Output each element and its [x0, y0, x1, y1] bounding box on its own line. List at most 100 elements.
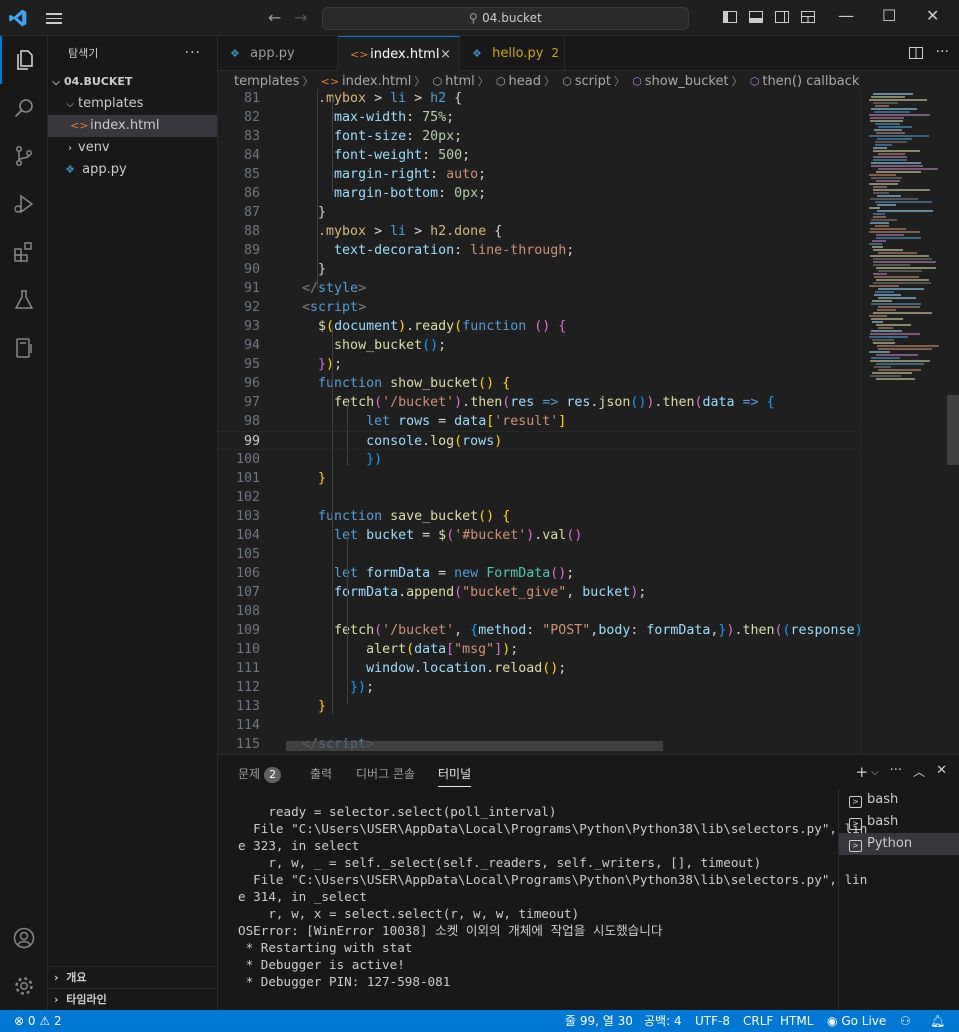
- indentation[interactable]: 공백: 4: [644, 1010, 682, 1032]
- customize-layout-icon[interactable]: [800, 9, 816, 25]
- code-line[interactable]: 111 window.location.reload();: [218, 659, 860, 678]
- search-activity[interactable]: [0, 84, 48, 132]
- code-line[interactable]: 84 font-weight: 500;: [218, 146, 860, 165]
- terminal-output[interactable]: ready = selector.select(poll_interval) F…: [238, 803, 867, 990]
- minimap[interactable]: [860, 89, 946, 754]
- breadcrumb-item[interactable]: then() callback: [762, 74, 859, 89]
- code-line[interactable]: 109 fetch('/bucket', {method: "POST",bod…: [218, 621, 863, 640]
- code-line[interactable]: 85 margin-right: auto;: [218, 165, 860, 184]
- tree-item-templates[interactable]: ⌵ templates: [48, 93, 217, 115]
- code-line[interactable]: 107 formData.append("bucket_give", bucke…: [218, 583, 860, 602]
- terminal-item-python[interactable]: > Python: [839, 833, 959, 855]
- close-window-button[interactable]: ✕: [926, 6, 939, 25]
- tab-debug-console[interactable]: 디버그 콘솔: [356, 765, 415, 787]
- testing-activity[interactable]: [0, 276, 48, 324]
- tree-item-venv[interactable]: › venv: [48, 137, 217, 159]
- breadcrumb-item[interactable]: show_bucket: [645, 74, 729, 89]
- tab-hello-py[interactable]: ❖ hello.py 2: [460, 36, 565, 71]
- terminal-item-bash[interactable]: > bash: [839, 789, 959, 811]
- run-debug-activity[interactable]: [0, 180, 48, 228]
- explorer-activity[interactable]: [0, 36, 48, 84]
- new-terminal-icon[interactable]: +: [856, 763, 869, 783]
- forward-arrow-icon[interactable]: →: [294, 8, 307, 27]
- code-line[interactable]: 91 </style>: [218, 279, 860, 298]
- code-line[interactable]: 101 }: [218, 469, 860, 488]
- bell-icon[interactable]: 🔔︎: [930, 1010, 945, 1032]
- code-line[interactable]: 102: [218, 488, 860, 507]
- command-center-search[interactable]: ⚲ 04.bucket: [322, 7, 689, 30]
- end-of-line[interactable]: CRLF: [743, 1010, 773, 1032]
- breadcrumb-item[interactable]: html: [445, 74, 475, 89]
- encoding[interactable]: UTF-8: [695, 1010, 730, 1032]
- code-line[interactable]: 104 let bucket = $('#bucket').val(): [218, 526, 860, 545]
- code-line[interactable]: 100 }): [218, 450, 860, 469]
- code-line[interactable]: 110 alert(data["msg"]);: [218, 640, 860, 659]
- code-line[interactable]: 114: [218, 716, 860, 735]
- code-line[interactable]: 87 }: [218, 203, 860, 222]
- feedback-icon[interactable]: ⚇: [900, 1010, 911, 1032]
- minimize-button[interactable]: —: [838, 6, 854, 25]
- tab-problems[interactable]: 문제 2: [238, 765, 282, 787]
- timeline-section[interactable]: › 타임라인: [48, 988, 218, 1010]
- tree-item-index-html[interactable]: <> index.html: [48, 115, 217, 137]
- breadcrumb-item[interactable]: head: [508, 74, 540, 89]
- code-line[interactable]: 82 max-width: 75%;: [218, 108, 860, 127]
- code-line[interactable]: 88 .mybox > li > h2.done {: [218, 222, 860, 241]
- toggle-primary-sidebar-icon[interactable]: [722, 9, 738, 25]
- more-actions-icon[interactable]: ···: [890, 763, 902, 783]
- tab-output[interactable]: 출력: [310, 765, 332, 787]
- outline-section[interactable]: › 개요: [48, 966, 218, 988]
- tab-index-html[interactable]: <> index.html ×: [338, 36, 460, 72]
- back-arrow-icon[interactable]: ←: [268, 8, 281, 27]
- code-line[interactable]: 96 function show_bucket() {: [218, 374, 860, 393]
- terminal-item-bash[interactable]: > bash: [839, 811, 959, 833]
- source-control-activity[interactable]: [0, 132, 48, 180]
- code-editor[interactable]: 81 .mybox > li > h2 {82 max-width: 75%; 8…: [218, 89, 959, 754]
- close-panel-icon[interactable]: ✕: [936, 763, 947, 783]
- chevron-down-icon[interactable]: ⌵: [871, 763, 879, 783]
- code-line[interactable]: 94 show_bucket();: [218, 336, 860, 355]
- tab-terminal[interactable]: 터미널: [438, 765, 472, 787]
- toggle-panel-icon[interactable]: [748, 9, 764, 25]
- breadcrumb-item[interactable]: script: [575, 74, 611, 89]
- tab-app-py[interactable]: ❖ app.py: [218, 36, 338, 71]
- code-line[interactable]: 112 });: [218, 678, 860, 697]
- extensions-activity[interactable]: [0, 228, 48, 276]
- split-editor-icon[interactable]: [908, 45, 924, 61]
- horizontal-scrollbar[interactable]: [286, 741, 663, 751]
- code-line[interactable]: 105: [218, 545, 860, 564]
- accounts-activity[interactable]: [0, 914, 48, 962]
- code-line[interactable]: 81 .mybox > li > h2 {: [218, 89, 860, 108]
- toggle-secondary-sidebar-icon[interactable]: [774, 9, 790, 25]
- code-line[interactable]: 95 });: [218, 355, 860, 374]
- menu-icon[interactable]: [46, 10, 62, 26]
- code-line[interactable]: 113 }: [218, 697, 860, 716]
- more-actions-icon[interactable]: ···: [185, 36, 201, 71]
- scrollbar-thumb[interactable]: [947, 395, 959, 465]
- more-actions-icon[interactable]: ···: [936, 45, 949, 61]
- breadcrumb-item[interactable]: index.html: [342, 74, 411, 89]
- code-line[interactable]: 92 <script>: [218, 298, 860, 317]
- code-line[interactable]: 89 text-decoration: line-through;: [218, 241, 860, 260]
- code-line[interactable]: 99 console.log(rows): [218, 431, 860, 450]
- code-line[interactable]: 93 $(document).ready(function () {: [218, 317, 860, 336]
- manage-activity[interactable]: [0, 962, 48, 1010]
- remote-explorer-activity[interactable]: [0, 324, 48, 372]
- close-tab-icon[interactable]: ×: [440, 37, 451, 72]
- breadcrumb-item[interactable]: templates: [234, 74, 299, 89]
- code-line[interactable]: 86 margin-bottom: 0px;: [218, 184, 860, 203]
- code-line[interactable]: 90 }: [218, 260, 860, 279]
- tree-item-app-py[interactable]: ❖ app.py: [48, 159, 217, 181]
- cursor-position[interactable]: 줄 99, 열 30: [565, 1010, 633, 1032]
- code-line[interactable]: 103 function save_bucket() {: [218, 507, 860, 526]
- root-folder[interactable]: ⌵ 04.BUCKET: [48, 71, 217, 93]
- go-live-button[interactable]: ◉ Go Live: [827, 1010, 886, 1032]
- code-line[interactable]: 106 let formData = new FormData();: [218, 564, 860, 583]
- maximize-button[interactable]: ☐: [882, 6, 896, 25]
- problems-status[interactable]: ⊗ 0 ⚠ 2: [14, 1010, 62, 1032]
- code-line[interactable]: 97 fetch('/bucket').then(res => res.json…: [218, 393, 860, 412]
- code-line[interactable]: 83 font-size: 20px;: [218, 127, 860, 146]
- code-line[interactable]: 108: [218, 602, 860, 621]
- maximize-panel-icon[interactable]: ︿: [913, 763, 925, 783]
- vertical-scrollbar[interactable]: [946, 89, 959, 754]
